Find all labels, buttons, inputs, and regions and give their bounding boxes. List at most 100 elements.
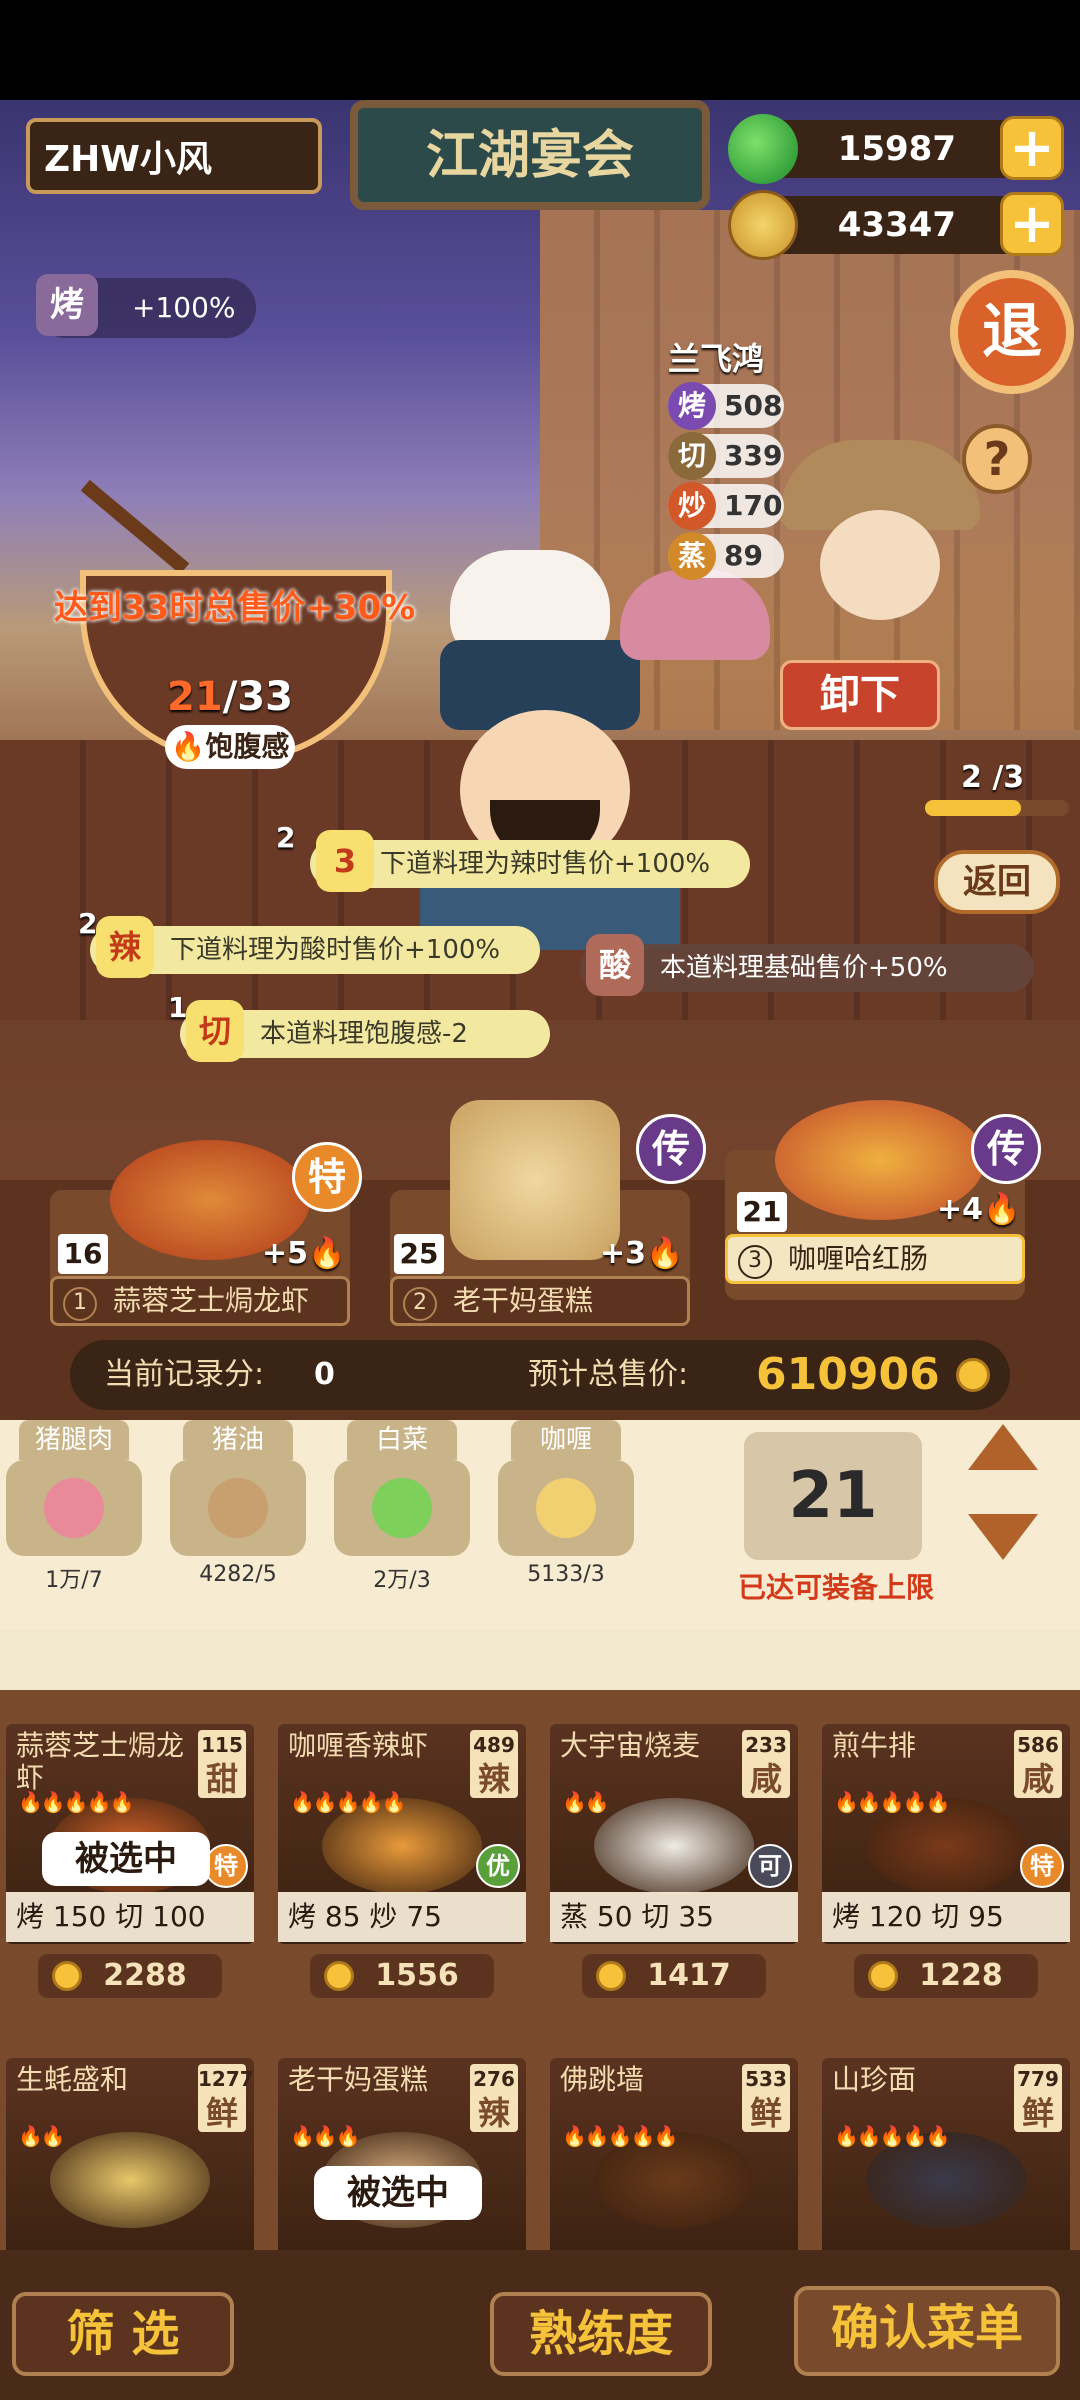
chef-stat-row: 炒 170 [668,482,784,530]
recipe-taste: 咸 [1021,1760,1054,1798]
ingredient-count: 5133/3 [527,1562,605,1587]
recipe-price-tag: 489 辣 [470,1730,518,1798]
skill-badge: 切 [668,432,716,480]
filter-button[interactable]: 筛 选 [12,2292,234,2376]
buff-tag: 烤 [36,274,98,336]
scroll-down-arrow-icon[interactable] [964,1510,1042,1564]
recipe-card-top: 老干妈蛋糕 🔥🔥🔥 276 辣被选中 [278,2058,526,2278]
recipe-price-tag: 233 咸 [742,1730,790,1798]
recipe-card[interactable]: 老干妈蛋糕 🔥🔥🔥 276 辣被选中 [278,2058,526,2278]
recipe-price-tag: 1277 鲜 [198,2064,254,2132]
ingredient-item[interactable]: 咖喱 5133/3 [498,1420,634,1587]
satiety-goal: 达到33时总售价+30% [54,588,416,628]
recipe-price: 533 [745,2067,787,2091]
recipe-name: 生蚝盛和 [16,2063,129,2096]
back-button[interactable]: 返回 [934,850,1060,914]
satiety-count: 21/33 [167,674,293,720]
combo-1: 2 3 下道料理为辣时售价+100% [276,821,750,892]
slot-name: 1 蒜蓉芝士焗龙虾 [50,1276,350,1326]
recipe-satiety-flames: 🔥🔥🔥🔥🔥 [834,1790,951,1814]
skill-badge: 炒 [668,482,716,530]
skill-value: 508 [724,389,783,422]
dish-slot-2[interactable]: 传 25 +3🔥 2 老干妈蛋糕 [390,1100,706,1326]
recipe-cost: 1228 [854,1954,1038,1998]
recipe-card[interactable]: 生蚝盛和 🔥🔥 1277 鲜 [6,2058,254,2278]
recipe-name: 山珍面 [832,2063,917,2096]
proficiency-button[interactable]: 熟练度 [490,2292,712,2376]
skill-badge: 烤 [668,382,716,430]
recipe-price: 276 [473,2067,515,2091]
scroll-up-arrow-icon[interactable] [964,1420,1042,1474]
grade-badge: 特 [1020,1844,1064,1888]
add-jade-button[interactable]: + [1000,116,1064,180]
recipe-taste: 鲜 [749,2094,782,2132]
score-bar: 当前记录分: 0 预计总售价: 610906 [70,1340,1010,1410]
recipe-cost: 1556 [310,1954,494,1998]
recipe-price: 489 [473,1733,515,1757]
combo-text: 本道料理饱腹感-2 [260,1019,468,1049]
grade-badge: 传 [636,1114,706,1184]
recipe-card-top: 大宇宙烧麦 🔥🔥 233 咸可蒸 50 切 35 [550,1724,798,1944]
recipe-taste: 辣 [477,2094,510,2132]
recipe-card[interactable]: 蒜蓉芝士焗龙虾 🔥🔥🔥🔥🔥 115 甜特烤 150 切 100 被选中 2288 [6,1724,254,2024]
recipe-card[interactable]: 山珍面 🔥🔥🔥🔥🔥 779 鲜 [822,2058,1070,2278]
skill-value: 170 [724,489,783,522]
ingredient-count: 4282/5 [199,1562,277,1587]
slot-quantity: 16 [58,1234,108,1274]
ingredient-item[interactable]: 白菜 2万/3 [334,1420,470,1594]
skill-value: 89 [724,539,763,572]
ingredient-image [498,1460,634,1556]
recipe-price: 779 [1017,2067,1059,2091]
recipe-card[interactable]: 咖喱香辣虾 🔥🔥🔥🔥🔥 489 辣优烤 85 炒 75 1556 [278,1724,526,2024]
current-score-label: 当前记录分: [104,1357,265,1392]
event-title: 江湖宴会 [350,100,710,210]
exit-button[interactable]: 退 [950,270,1074,394]
slot-bonus: +4🔥 [937,1192,1021,1227]
slot-bonus: +5🔥 [262,1236,346,1271]
help-button[interactable]: ? [962,424,1032,494]
recipe-card[interactable]: 煎牛排 🔥🔥🔥🔥🔥 586 咸特烤 120 切 95 1228 [822,1724,1070,2024]
recipe-card[interactable]: 佛跳墙 🔥🔥🔥🔥🔥 533 鲜 [550,2058,798,2278]
combo-text: 下道料理为酸时售价+100% [170,935,501,965]
selected-badge: 被选中 [42,1832,210,1886]
player-name: ZHW小风 [26,118,322,194]
combo-4: 1 切 本道料理饱腹感-2 [168,991,550,1062]
recipe-card-top: 蒜蓉芝士焗龙虾 🔥🔥🔥🔥🔥 115 甜特烤 150 切 100 被选中 [6,1724,254,1944]
recipe-name: 大宇宙烧麦 [560,1729,701,1762]
skill-value: 339 [724,439,783,472]
progress-fill [925,800,1021,816]
jade-icon [728,114,798,184]
slot-quantity: 21 [737,1192,787,1232]
combo-text: 本道料理基础售价+50% [660,953,948,983]
add-coin-button[interactable]: + [1000,192,1064,256]
grade-badge: 可 [748,1844,792,1888]
recipe-taste: 鲜 [205,2094,238,2132]
dish-slot-1[interactable]: 特 16 +5🔥 1 蒜蓉芝士焗龙虾 [50,1140,362,1326]
coin-icon [868,1961,898,1991]
grade-badge: 特 [292,1142,362,1212]
coin-icon [596,1961,626,1991]
recipe-skills: 烤 85 炒 75 [278,1892,526,1942]
coin-icon [956,1358,990,1392]
coin-icon [728,190,798,260]
recipe-satiety-flames: 🔥🔥🔥🔥🔥 [834,2124,951,2148]
recipe-taste: 甜 [205,1760,238,1798]
pot [620,570,770,660]
current-score-value: 0 [314,1357,335,1392]
ingredient-item[interactable]: 猪油 4282/5 [170,1420,306,1587]
unload-button[interactable]: 卸下 [780,660,940,730]
recipe-card[interactable]: 大宇宙烧麦 🔥🔥 233 咸可蒸 50 切 35 1417 [550,1724,798,2024]
ingredient-item[interactable]: 猪腿肉 1万/7 [6,1420,142,1594]
recipe-card-top: 山珍面 🔥🔥🔥🔥🔥 779 鲜 [822,2058,1070,2278]
recipe-price: 586 [1017,1733,1059,1757]
recipe-satiety-flames: 🔥🔥🔥 [290,2124,361,2148]
ingredient-image [334,1460,470,1556]
ingredient-name: 咖喱 [511,1420,621,1460]
recipe-satiety-flames: 🔥🔥🔥🔥🔥 [290,1790,407,1814]
ingredient-name: 猪腿肉 [19,1420,129,1460]
chef-stat-row: 切 339 [668,432,784,480]
ingredient-name: 白菜 [347,1420,457,1460]
confirm-menu-button[interactable]: 确认菜单 [794,2286,1060,2376]
dish-slot-3[interactable]: 传 21 +4🔥 3 咖喱哈红肠 [725,1100,1041,1300]
equip-count: 21 [744,1432,922,1560]
